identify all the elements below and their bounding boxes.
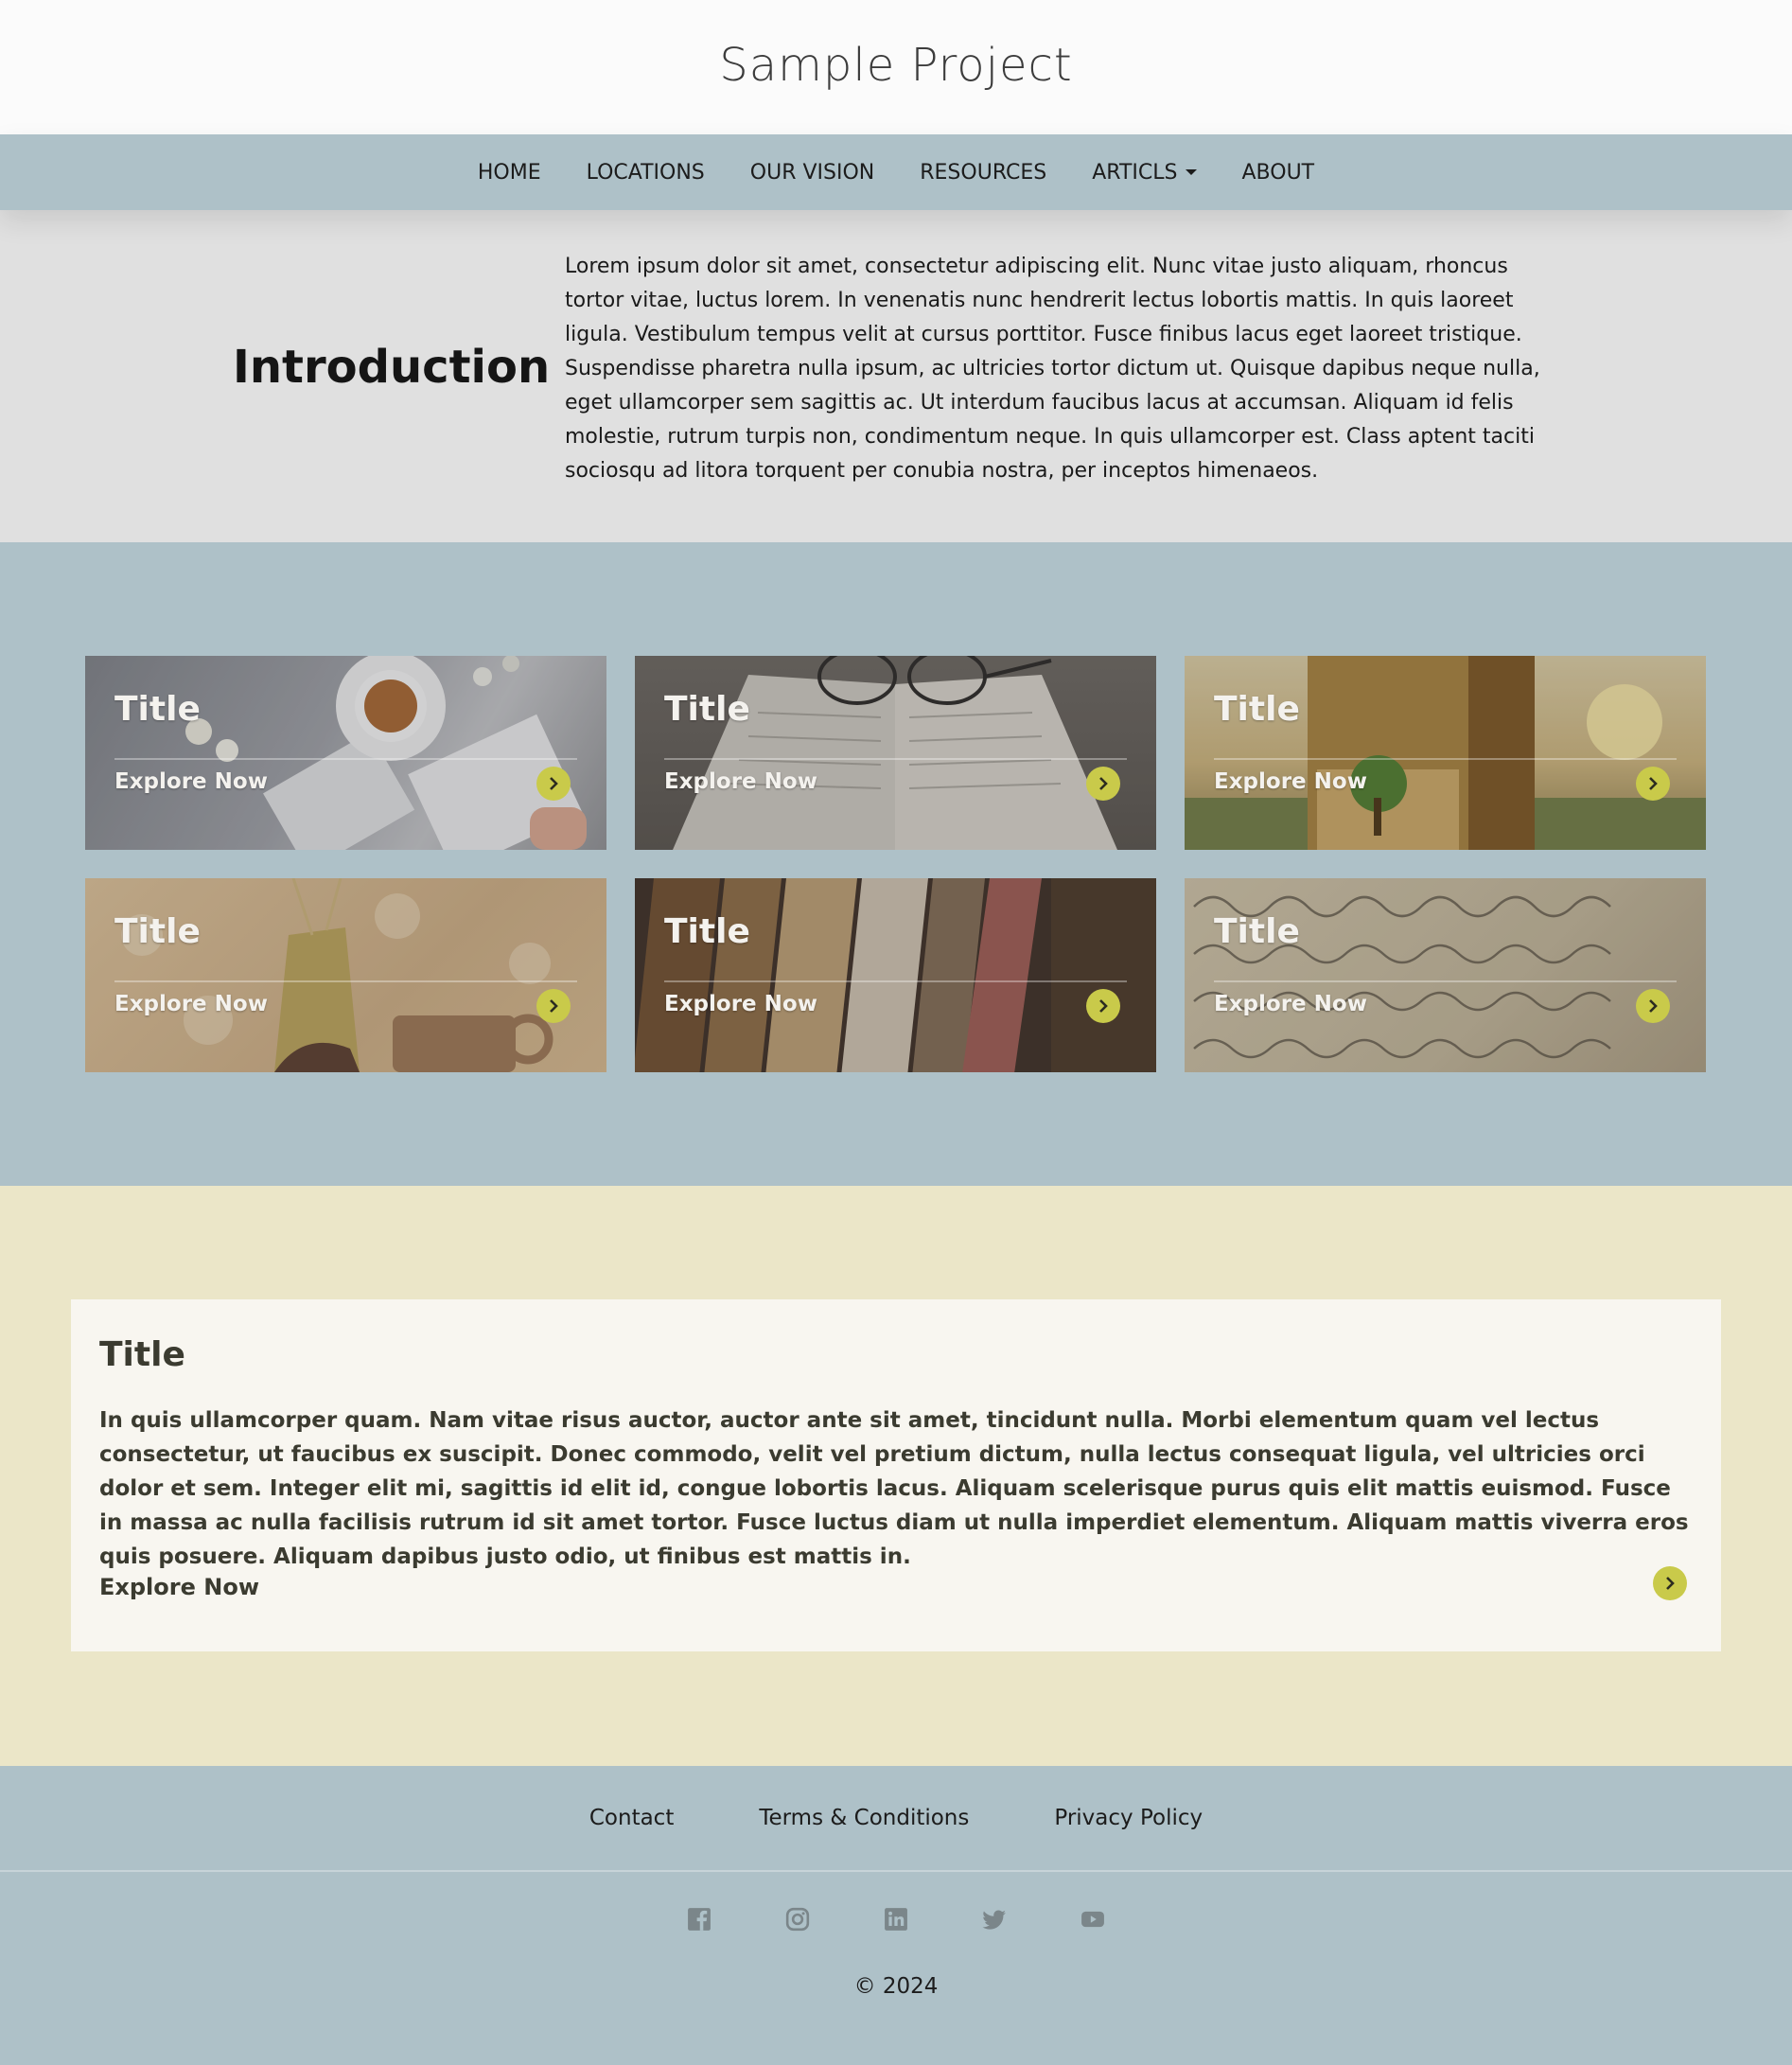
- feature-card: Title In quis ullamcorper quam. Nam vita…: [71, 1299, 1721, 1651]
- card-divider: [664, 980, 1127, 982]
- footer-link-terms[interactable]: Terms & Conditions: [759, 1806, 969, 1830]
- card-link[interactable]: Explore Now: [1214, 769, 1367, 794]
- chevron-right-icon[interactable]: [1086, 989, 1120, 1023]
- feature-title: Title: [99, 1335, 185, 1374]
- nav-item-home[interactable]: HOME: [478, 161, 541, 185]
- site-footer: Contact Terms & Conditions Privacy Polic…: [0, 1766, 1792, 2065]
- card-book-glasses[interactable]: Title Explore Now: [635, 656, 1156, 850]
- card-divider: [114, 758, 577, 760]
- feature-text: In quis ullamcorper quam. Nam vitae risu…: [99, 1408, 1689, 1569]
- card-vase-cup[interactable]: Title Explore Now: [85, 878, 606, 1072]
- caret-down-icon: [1185, 169, 1197, 175]
- site-title[interactable]: Sample Project: [719, 39, 1072, 92]
- card-divider: [1214, 980, 1677, 982]
- nav-item-our-vision[interactable]: OUR VISION: [750, 161, 874, 185]
- instagram-icon[interactable]: [784, 1906, 811, 1933]
- chevron-right-icon[interactable]: [1086, 767, 1120, 801]
- copyright: © 2024: [853, 1974, 939, 1999]
- chevron-right-icon[interactable]: [536, 989, 571, 1023]
- nav-item-label: ABOUT: [1241, 160, 1315, 185]
- nav-item-label: OUR VISION: [749, 160, 875, 185]
- facebook-icon[interactable]: [686, 1906, 712, 1933]
- card-divider: [664, 758, 1127, 760]
- card-old-books[interactable]: Title Explore Now: [635, 878, 1156, 1072]
- feature-explore-link[interactable]: Explore Now: [99, 1574, 259, 1600]
- card-title: Title: [664, 912, 750, 951]
- footer-link-privacy[interactable]: Privacy Policy: [1054, 1806, 1203, 1830]
- nav-item-locations[interactable]: LOCATIONS: [587, 161, 705, 185]
- card-title: Title: [1214, 912, 1300, 951]
- card-handwriting[interactable]: Title Explore Now: [1185, 878, 1706, 1072]
- nav-item-resources[interactable]: RESOURCES: [920, 161, 1046, 185]
- card-overlay: [635, 878, 1156, 1072]
- footer-links: Contact Terms & Conditions Privacy Polic…: [0, 1766, 1792, 1872]
- card-link[interactable]: Explore Now: [664, 769, 817, 794]
- footer-link-contact[interactable]: Contact: [589, 1806, 674, 1830]
- nav-item-label: ARTICLS: [1092, 160, 1178, 185]
- nav-item-about[interactable]: ABOUT: [1242, 161, 1315, 185]
- intro-section: Introduction Lorem ipsum dolor sit amet,…: [0, 210, 1792, 542]
- card-link[interactable]: Explore Now: [664, 992, 817, 1016]
- card-overlay: [1185, 656, 1706, 850]
- nav-item-label: RESOURCES: [920, 160, 1047, 185]
- nav-item-articles-dropdown[interactable]: ARTICLS: [1092, 160, 1197, 185]
- main-nav: HOME LOCATIONS OUR VISION RESOURCES ARTI…: [0, 134, 1792, 210]
- feature-section: Title In quis ullamcorper quam. Nam vita…: [0, 1186, 1792, 1766]
- card-overlay: [635, 656, 1156, 850]
- card-overlay: [1185, 878, 1706, 1072]
- card-title: Title: [1214, 690, 1300, 729]
- chevron-right-icon[interactable]: [1653, 1566, 1687, 1600]
- card-tea[interactable]: Title Explore Now: [85, 656, 606, 850]
- card-title: Title: [664, 690, 750, 729]
- twitter-icon[interactable]: [981, 1906, 1008, 1933]
- card-link[interactable]: Explore Now: [114, 992, 268, 1016]
- card-overlay: [85, 656, 606, 850]
- card-title: Title: [114, 912, 201, 951]
- nav-item-label: HOME: [477, 160, 541, 185]
- site-header: Sample Project: [0, 0, 1792, 134]
- chevron-right-icon[interactable]: [1636, 767, 1670, 801]
- intro-heading: Introduction: [233, 341, 551, 394]
- card-link[interactable]: Explore Now: [114, 769, 268, 794]
- card-book-landscape[interactable]: Title Explore Now: [1185, 656, 1706, 850]
- chevron-right-icon[interactable]: [536, 767, 571, 801]
- nav-item-label: LOCATIONS: [586, 160, 705, 185]
- youtube-icon[interactable]: [1080, 1906, 1106, 1933]
- card-divider: [1214, 758, 1677, 760]
- linkedin-icon[interactable]: [883, 1906, 909, 1933]
- chevron-right-icon[interactable]: [1636, 989, 1670, 1023]
- cards-section: Title Explore Now Title Explore Now Titl…: [0, 542, 1792, 1186]
- card-link[interactable]: Explore Now: [1214, 992, 1367, 1016]
- card-overlay: [85, 878, 606, 1072]
- card-title: Title: [114, 690, 201, 729]
- intro-text: Lorem ipsum dolor sit amet, consectetur …: [565, 255, 1540, 483]
- social-links: [0, 1906, 1792, 1933]
- card-divider: [114, 980, 577, 982]
